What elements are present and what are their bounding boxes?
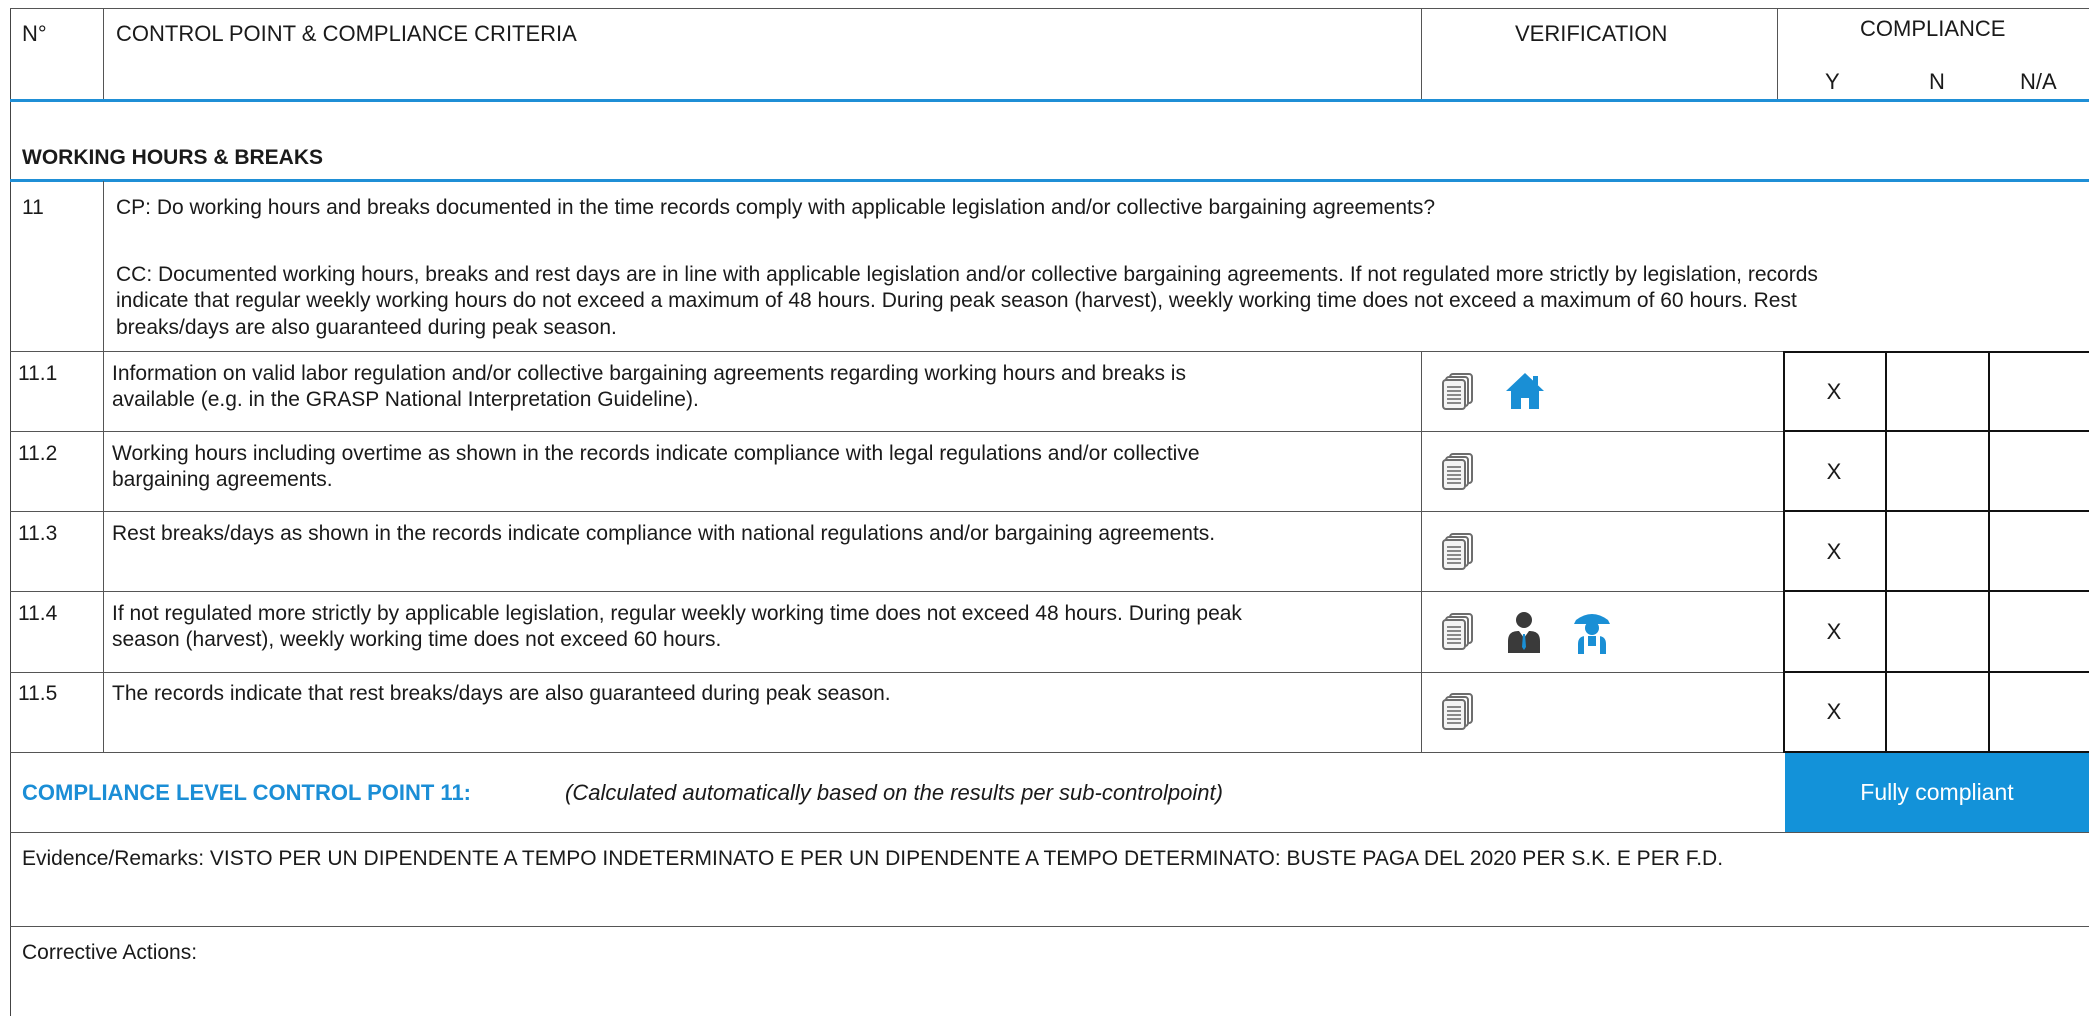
header-no-compliance: N <box>1929 69 1945 94</box>
rows-col-line-n <box>1885 351 1887 753</box>
row-line-2 <box>10 511 1783 512</box>
document-icon <box>1442 453 1473 490</box>
header-col-line-3 <box>1777 8 1778 100</box>
evidence-bottom-line <box>10 926 2089 927</box>
compliance-yes-mark[interactable]: X <box>1814 379 1854 405</box>
compliance-yes-mark[interactable]: X <box>1814 539 1854 565</box>
cp-col-line <box>103 181 104 351</box>
manager-icon <box>1508 612 1540 653</box>
compliance-yes-mark[interactable]: X <box>1814 619 1854 645</box>
header-col-line-1 <box>103 8 104 100</box>
row-text-line-2: bargaining agreements. <box>112 468 333 491</box>
rows-col-line-na <box>1988 351 1990 753</box>
header-yes: Y <box>1825 69 1840 94</box>
header-col-line-2 <box>1421 8 1422 100</box>
rows-col-line-verif <box>1421 351 1422 753</box>
rows-col-line-no <box>103 351 104 753</box>
row-text-line-1: Rest breaks/days as shown in the records… <box>112 522 1216 545</box>
row-number: 11.4 <box>18 602 58 625</box>
box-line-4 <box>1783 671 2089 673</box>
row-text-line-1: If not regulated more strictly by applic… <box>112 602 1242 625</box>
header-bottom-line <box>10 99 2089 102</box>
compliance-yes-mark[interactable]: X <box>1814 459 1854 485</box>
compliance-level-note: (Calculated automatically based on the r… <box>565 780 1223 805</box>
row-line-1 <box>10 431 1783 432</box>
worker-icon <box>1574 614 1610 654</box>
row-text-line-2: available (e.g. in the GRASP National In… <box>112 388 699 411</box>
document-icon <box>1442 533 1473 570</box>
rows-col-line-y <box>1783 351 1785 753</box>
document-icon <box>1442 693 1473 730</box>
row-line-3 <box>10 591 1783 592</box>
compliance-bottom-line <box>10 832 2089 833</box>
row-number: 11.2 <box>18 442 58 465</box>
header-control-point: CONTROL POINT & COMPLIANCE CRITERIA <box>116 21 577 46</box>
header-verification: VERIFICATION <box>1515 21 1668 46</box>
row-number: 11.1 <box>18 362 58 385</box>
row-text-line-1: Information on valid labor regulation an… <box>112 362 1186 385</box>
row-number: 11.5 <box>18 682 58 705</box>
box-line-top <box>1783 351 2089 353</box>
row-text-line-1: Working hours including overtime as show… <box>112 442 1200 465</box>
box-line-3 <box>1783 590 2089 592</box>
cp-bottom-line <box>10 351 2089 352</box>
header-no: N° <box>22 21 47 46</box>
compliance-level-label: COMPLIANCE LEVEL CONTROL POINT 11: <box>22 780 472 805</box>
corrective-actions[interactable]: Corrective Actions: <box>22 940 197 966</box>
row-line-4 <box>10 672 1783 673</box>
compliance-result-badge: Fully compliant <box>1785 753 2089 832</box>
cc-line-3: breaks/days are also guaranteed during p… <box>116 316 617 339</box>
document-icon <box>1442 613 1473 650</box>
header-na: N/A <box>2020 69 2057 94</box>
row-text-line-2: season (harvest), weekly working time do… <box>112 628 722 651</box>
cc-line-1: CC: Documented working hours, breaks and… <box>116 263 1818 286</box>
box-line-2 <box>1783 510 2089 512</box>
header-compliance: COMPLIANCE <box>1860 16 2006 41</box>
table-outer-left <box>10 8 11 1016</box>
evidence-remarks[interactable]: Evidence/Remarks: VISTO PER UN DIPENDENT… <box>22 846 1723 872</box>
home-icon <box>1506 373 1544 409</box>
cp-number: 11 <box>22 196 44 219</box>
row-line-5 <box>10 752 1783 753</box>
row-number: 11.3 <box>18 522 58 545</box>
cp-question: CP: Do working hours and breaks document… <box>116 196 1436 219</box>
document-icon <box>1442 373 1473 410</box>
row-text-line-1: The records indicate that rest breaks/da… <box>112 682 891 705</box>
box-line-1 <box>1783 430 2089 432</box>
compliance-yes-mark[interactable]: X <box>1814 699 1854 725</box>
section-title: WORKING HOURS & BREAKS <box>22 146 324 169</box>
cc-line-2: indicate that regular weekly working hou… <box>116 289 1797 312</box>
section-bottom-line <box>10 179 2089 182</box>
